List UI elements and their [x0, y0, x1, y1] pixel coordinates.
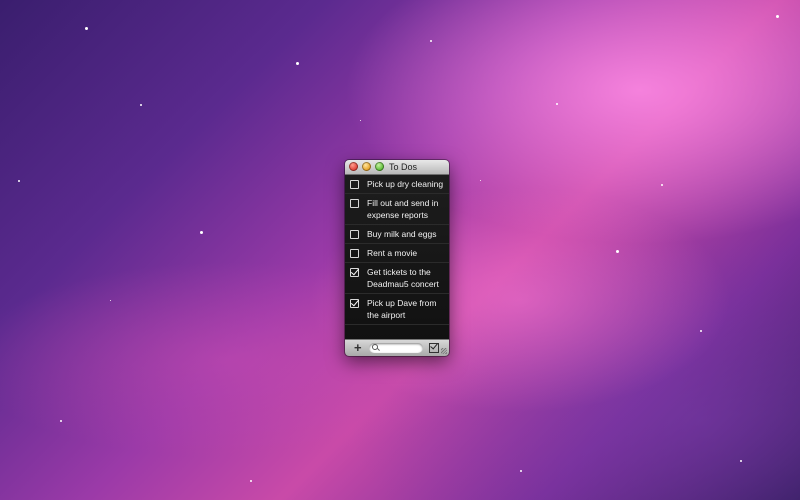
checkbox[interactable]	[350, 199, 359, 208]
star	[556, 103, 558, 105]
minimize-button[interactable]	[362, 162, 371, 171]
checkbox[interactable]	[350, 249, 359, 258]
todo-label: Get tickets to the Deadmau5 concert	[367, 267, 439, 289]
plus-icon: +	[354, 340, 362, 355]
star	[110, 300, 111, 301]
close-button[interactable]	[349, 162, 358, 171]
todo-item[interactable]: Rent a movie	[345, 244, 449, 263]
zoom-button[interactable]	[375, 162, 384, 171]
search-input[interactable]	[381, 343, 421, 353]
star	[360, 120, 361, 121]
add-todo-button[interactable]: +	[354, 341, 362, 355]
star	[60, 420, 62, 422]
search-icon	[372, 344, 378, 350]
todo-item[interactable]: Buy milk and eggs	[345, 225, 449, 244]
star	[740, 460, 742, 462]
todo-label: Buy milk and eggs	[367, 229, 437, 239]
todos-window: To Dos Pick up dry cleaning Fill out and…	[345, 160, 449, 356]
todo-label: Pick up dry cleaning	[367, 179, 444, 189]
todo-label: Fill out and send in expense reports	[367, 198, 439, 220]
star	[140, 104, 142, 106]
star	[776, 15, 779, 18]
star	[480, 180, 481, 181]
star	[616, 250, 619, 253]
window-title: To Dos	[389, 162, 418, 172]
todo-item[interactable]: Fill out and send in expense reports	[345, 194, 449, 225]
search-field[interactable]	[369, 343, 423, 353]
todo-label: Rent a movie	[367, 248, 418, 258]
todo-item[interactable]: Pick up Dave from the airport	[345, 294, 449, 325]
checkbox-checked[interactable]	[350, 299, 359, 308]
bottom-toolbar: +	[345, 339, 449, 356]
star	[520, 470, 522, 472]
checkbox[interactable]	[350, 230, 359, 239]
resize-grip-icon[interactable]	[441, 348, 447, 354]
star	[250, 480, 252, 482]
star	[85, 27, 88, 30]
clear-completed-button[interactable]	[429, 343, 439, 353]
todo-item[interactable]: Get tickets to the Deadmau5 concert	[345, 263, 449, 294]
star	[18, 180, 20, 182]
star	[430, 40, 432, 42]
star	[661, 184, 663, 186]
checkbox[interactable]	[350, 180, 359, 189]
todo-item[interactable]: Pick up dry cleaning	[345, 175, 449, 194]
checkbox-checked[interactable]	[350, 268, 359, 277]
todo-label: Pick up Dave from the airport	[367, 298, 437, 320]
star	[700, 330, 702, 332]
star	[200, 231, 203, 234]
window-titlebar[interactable]: To Dos	[345, 160, 449, 175]
star	[296, 62, 299, 65]
todo-list: Pick up dry cleaning Fill out and send i…	[345, 175, 449, 341]
